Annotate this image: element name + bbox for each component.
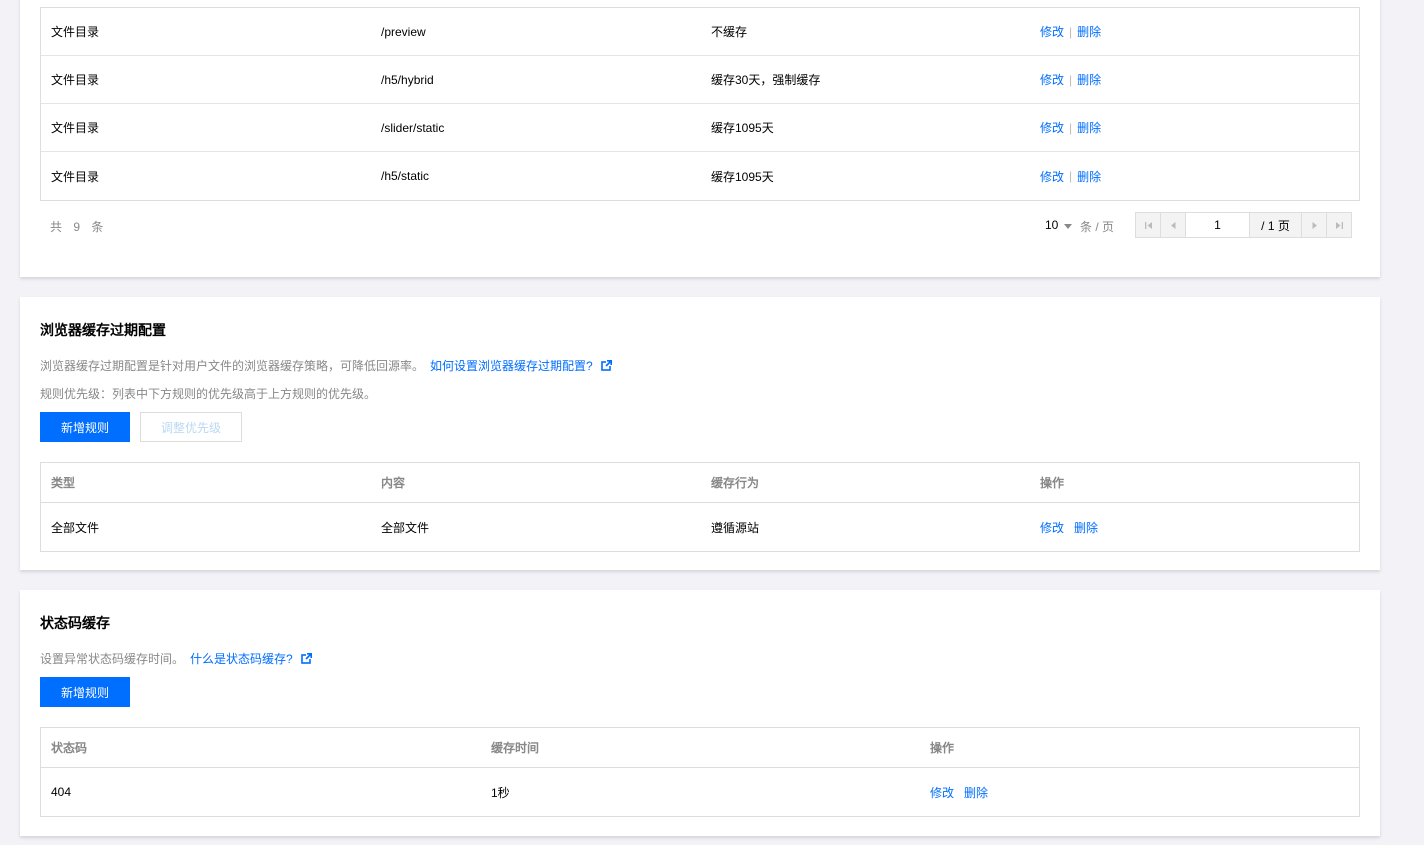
edit-link[interactable]: 修改 xyxy=(1040,119,1064,136)
action-separator: | xyxy=(1069,72,1073,87)
total-count: 共 9 条 xyxy=(50,220,108,234)
edit-link[interactable]: 修改 xyxy=(1040,71,1064,88)
column-header-status-code: 状态码 xyxy=(51,741,88,755)
last-page-button[interactable] xyxy=(1326,212,1352,238)
rule-behavior-cell: 缓存1095天 xyxy=(711,121,774,135)
action-separator: | xyxy=(1069,120,1073,135)
add-rule-button[interactable]: 新增规则 xyxy=(40,677,130,707)
delete-link[interactable]: 删除 xyxy=(964,784,988,801)
browser-cache-table: 类型 内容 缓存行为 操作 全部文件 全部文件 遵循源站 修改 删除 xyxy=(40,462,1360,552)
next-page-icon xyxy=(1312,221,1317,229)
row-actions: 修改 | 删除 xyxy=(1040,104,1101,151)
column-header-content: 内容 xyxy=(381,476,406,490)
cache-rules-card: 文件目录 /preview 不缓存 修改 | 删除 文件目录 /h5/hybri… xyxy=(20,0,1380,277)
external-link-icon[interactable] xyxy=(600,360,612,371)
rule-type-cell: 文件目录 xyxy=(51,73,100,87)
last-page-icon xyxy=(1335,221,1343,229)
row-actions: 修改 删除 xyxy=(930,768,988,816)
rule-type-cell: 文件目录 xyxy=(51,169,100,184)
cache-time-cell: 1秒 xyxy=(491,785,510,800)
action-separator: | xyxy=(1069,169,1073,183)
row-actions: 修改 | 删除 xyxy=(1040,8,1101,55)
pagination: 共 9 条 10 条 / 页 1 / 1 页 xyxy=(40,212,1360,240)
description-text: 浏览器缓存过期配置是针对用户文件的浏览器缓存策略，可降低回源率。 xyxy=(40,359,425,373)
cache-rules-table: 文件目录 /preview 不缓存 修改 | 删除 文件目录 /h5/hybri… xyxy=(40,7,1360,201)
help-link[interactable]: 什么是状态码缓存? xyxy=(190,650,293,667)
delete-link[interactable]: 删除 xyxy=(1077,23,1101,40)
table-row: 文件目录 /h5/static 缓存1095天 修改 | 删除 xyxy=(41,152,1359,200)
status-code-cache-card: 状态码缓存 设置异常状态码缓存时间。 什么是状态码缓存? 新增规则 状态码 缓存… xyxy=(20,590,1380,836)
total-pages-label: / 1 页 xyxy=(1249,212,1302,238)
external-link-icon[interactable] xyxy=(300,653,312,664)
prev-page-icon xyxy=(1170,221,1175,229)
table-header: 类型 内容 缓存行为 操作 xyxy=(41,463,1359,503)
next-page-button[interactable] xyxy=(1301,212,1327,238)
rule-content-cell: /slider/static xyxy=(381,120,445,135)
rule-behavior-cell: 遵循源站 xyxy=(711,520,760,535)
add-rule-button[interactable]: 新增规则 xyxy=(40,412,130,442)
rule-type-cell: 文件目录 xyxy=(51,25,100,39)
column-header-actions: 操作 xyxy=(930,741,955,755)
table-row: 全部文件 全部文件 遵循源站 修改 删除 xyxy=(41,503,1359,551)
priority-note: 规则优先级：列表中下方规则的优先级高于上方规则的优先级。 xyxy=(40,387,377,401)
edit-link[interactable]: 修改 xyxy=(1040,519,1064,536)
table-row: 文件目录 /preview 不缓存 修改 | 删除 xyxy=(41,8,1359,56)
rule-behavior-cell: 不缓存 xyxy=(711,25,748,39)
section-title: 状态码缓存 xyxy=(40,615,110,631)
row-actions: 修改 删除 xyxy=(1040,503,1098,551)
status-code-cell: 404 xyxy=(51,785,72,799)
delete-link[interactable]: 删除 xyxy=(1077,119,1101,136)
chevron-down-icon xyxy=(1064,223,1073,229)
first-page-icon xyxy=(1144,221,1152,229)
status-code-table: 状态码 缓存时间 操作 404 1秒 修改 删除 xyxy=(40,727,1360,817)
rule-content-cell: /h5/static xyxy=(381,169,430,183)
first-page-button[interactable] xyxy=(1135,212,1161,238)
section-title: 浏览器缓存过期配置 xyxy=(40,322,166,338)
edit-link[interactable]: 修改 xyxy=(1040,23,1064,40)
table-header: 状态码 缓存时间 操作 xyxy=(41,728,1359,768)
row-actions: 修改 | 删除 xyxy=(1040,152,1101,200)
table-row: 文件目录 /h5/hybrid 缓存30天，强制缓存 修改 | 删除 xyxy=(41,56,1359,104)
page-size-value: 10 xyxy=(1045,218,1059,232)
column-header-type: 类型 xyxy=(51,476,76,490)
help-link[interactable]: 如何设置浏览器缓存过期配置? xyxy=(430,357,593,374)
section-description: 设置异常状态码缓存时间。 什么是状态码缓存? xyxy=(40,650,312,667)
table-row: 文件目录 /slider/static 缓存1095天 修改 | 删除 xyxy=(41,104,1359,152)
table-row: 404 1秒 修改 删除 xyxy=(41,768,1359,816)
rule-content-cell: /preview xyxy=(381,24,426,39)
page-number-input[interactable]: 1 xyxy=(1185,212,1250,238)
delete-link[interactable]: 删除 xyxy=(1077,168,1101,185)
row-actions: 修改 | 删除 xyxy=(1040,56,1101,103)
edit-link[interactable]: 修改 xyxy=(1040,168,1064,185)
delete-link[interactable]: 删除 xyxy=(1074,519,1098,536)
rule-type-cell: 文件目录 xyxy=(51,121,100,135)
rule-content-cell: /h5/hybrid xyxy=(381,72,434,87)
column-header-behavior: 缓存行为 xyxy=(711,476,760,490)
adjust-priority-button: 调整优先级 xyxy=(140,412,242,442)
edit-link[interactable]: 修改 xyxy=(930,784,954,801)
description-text: 设置异常状态码缓存时间。 xyxy=(40,652,185,666)
prev-page-button[interactable] xyxy=(1160,212,1186,238)
column-header-cache-time: 缓存时间 xyxy=(491,741,540,755)
section-description: 浏览器缓存过期配置是针对用户文件的浏览器缓存策略，可降低回源率。 如何设置浏览器… xyxy=(40,357,612,374)
page-size-select[interactable]: 10 xyxy=(1045,218,1073,232)
per-page-label: 条 / 页 xyxy=(1080,220,1115,234)
rule-behavior-cell: 缓存30天，强制缓存 xyxy=(711,73,821,87)
column-header-actions: 操作 xyxy=(1040,476,1065,490)
rule-content-cell: 全部文件 xyxy=(381,520,430,535)
rule-behavior-cell: 缓存1095天 xyxy=(711,169,774,184)
rule-type-cell: 全部文件 xyxy=(51,520,100,535)
delete-link[interactable]: 删除 xyxy=(1077,71,1101,88)
browser-cache-card: 浏览器缓存过期配置 浏览器缓存过期配置是针对用户文件的浏览器缓存策略，可降低回源… xyxy=(20,297,1380,570)
action-separator: | xyxy=(1069,24,1073,39)
